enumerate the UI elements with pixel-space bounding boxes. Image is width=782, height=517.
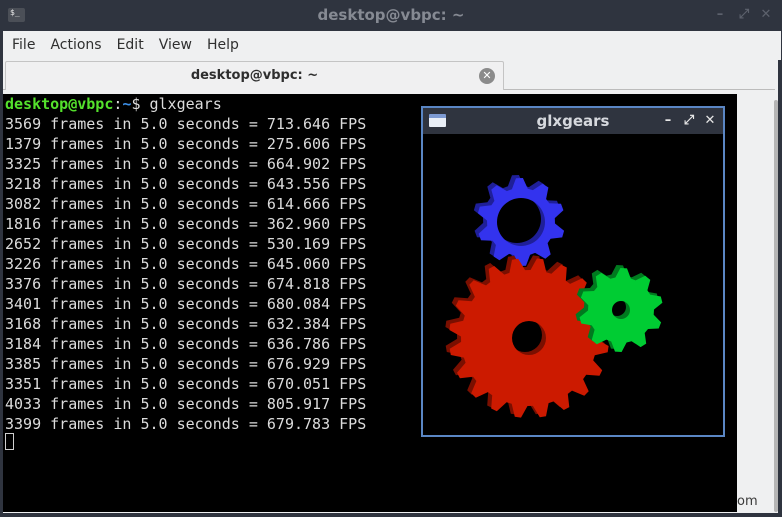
glxgears-minimize-button[interactable]: – bbox=[661, 113, 675, 129]
blue-gear bbox=[473, 175, 565, 266]
window-border-right bbox=[778, 31, 782, 517]
prompt-user: desktop@vbpc bbox=[5, 95, 114, 113]
tab-bar: desktop@vbpc: ~ ✕ bbox=[3, 61, 775, 90]
output-line: 3401 frames in 5.0 seconds = 680.084 FPS bbox=[5, 295, 367, 313]
output-line: 2652 frames in 5.0 seconds = 530.169 FPS bbox=[5, 235, 367, 253]
menu-actions[interactable]: Actions bbox=[50, 31, 101, 60]
glxgears-title: glxgears bbox=[536, 112, 610, 130]
output-line: 3351 frames in 5.0 seconds = 670.051 FPS bbox=[5, 375, 367, 393]
output-line: 3226 frames in 5.0 seconds = 645.060 FPS bbox=[5, 255, 367, 273]
output-line: 3168 frames in 5.0 seconds = 632.384 FPS bbox=[5, 315, 367, 333]
window-border-bottom bbox=[0, 513, 782, 517]
menu-edit[interactable]: Edit bbox=[117, 31, 144, 60]
gears-canvas bbox=[445, 175, 663, 418]
tab-close-icon[interactable]: ✕ bbox=[479, 68, 495, 84]
tab-label: desktop@vbpc: ~ bbox=[190, 68, 319, 83]
output-line: 3325 frames in 5.0 seconds = 664.902 FPS bbox=[5, 155, 367, 173]
window-titlebar[interactable]: $_ desktop@vbpc: ~ – ⤢ ✕ bbox=[0, 0, 782, 31]
tab-terminal[interactable]: desktop@vbpc: ~ ✕ bbox=[5, 61, 504, 90]
output-line: 3385 frames in 5.0 seconds = 676.929 FPS bbox=[5, 355, 367, 373]
maximize-button[interactable]: ⤢ bbox=[736, 7, 752, 23]
close-button[interactable]: ✕ bbox=[758, 7, 774, 23]
output-line: 3082 frames in 5.0 seconds = 614.666 FPS bbox=[5, 195, 367, 213]
menu-help[interactable]: Help bbox=[207, 31, 239, 60]
output-line: 3184 frames in 5.0 seconds = 636.786 FPS bbox=[5, 335, 367, 353]
red-gear bbox=[445, 255, 609, 418]
minimize-button[interactable]: – bbox=[712, 7, 728, 23]
output-line: 3218 frames in 5.0 seconds = 643.556 FPS bbox=[5, 175, 367, 193]
output-line: 1379 frames in 5.0 seconds = 275.606 FPS bbox=[5, 135, 367, 153]
terminal-scrollbar[interactable] bbox=[774, 100, 778, 512]
output-line: 3569 frames in 5.0 seconds = 713.646 FPS bbox=[5, 115, 367, 133]
menu-view[interactable]: View bbox=[159, 31, 192, 60]
glxgears-titlebar[interactable]: glxgears – ⤢ ✕ bbox=[423, 108, 723, 134]
glxgears-window[interactable]: glxgears – ⤢ ✕ bbox=[421, 106, 725, 437]
menu-bar: File Actions Edit View Help bbox=[0, 31, 781, 60]
output-line: 4033 frames in 5.0 seconds = 805.917 FPS bbox=[5, 395, 367, 413]
footer-text: om bbox=[737, 494, 758, 509]
gear-red-face bbox=[449, 258, 609, 418]
window-title: desktop@vbpc: ~ bbox=[317, 6, 465, 24]
prompt-line: desktop@vbpc:~$ glxgears bbox=[5, 94, 222, 114]
terminal-cursor bbox=[5, 433, 14, 450]
prompt-symbol: $ bbox=[131, 95, 150, 113]
output-line: 1816 frames in 5.0 seconds = 362.960 FPS bbox=[5, 215, 367, 233]
output-line: 3376 frames in 5.0 seconds = 674.818 FPS bbox=[5, 275, 367, 293]
prompt-command: glxgears bbox=[149, 95, 222, 113]
output-line: 3399 frames in 5.0 seconds = 679.783 FPS bbox=[5, 415, 367, 433]
gear-green-face bbox=[579, 268, 663, 352]
glxgears-maximize-button[interactable]: ⤢ bbox=[682, 113, 696, 129]
menu-file[interactable]: File bbox=[12, 31, 35, 60]
glxgears-close-button[interactable]: ✕ bbox=[703, 113, 717, 129]
